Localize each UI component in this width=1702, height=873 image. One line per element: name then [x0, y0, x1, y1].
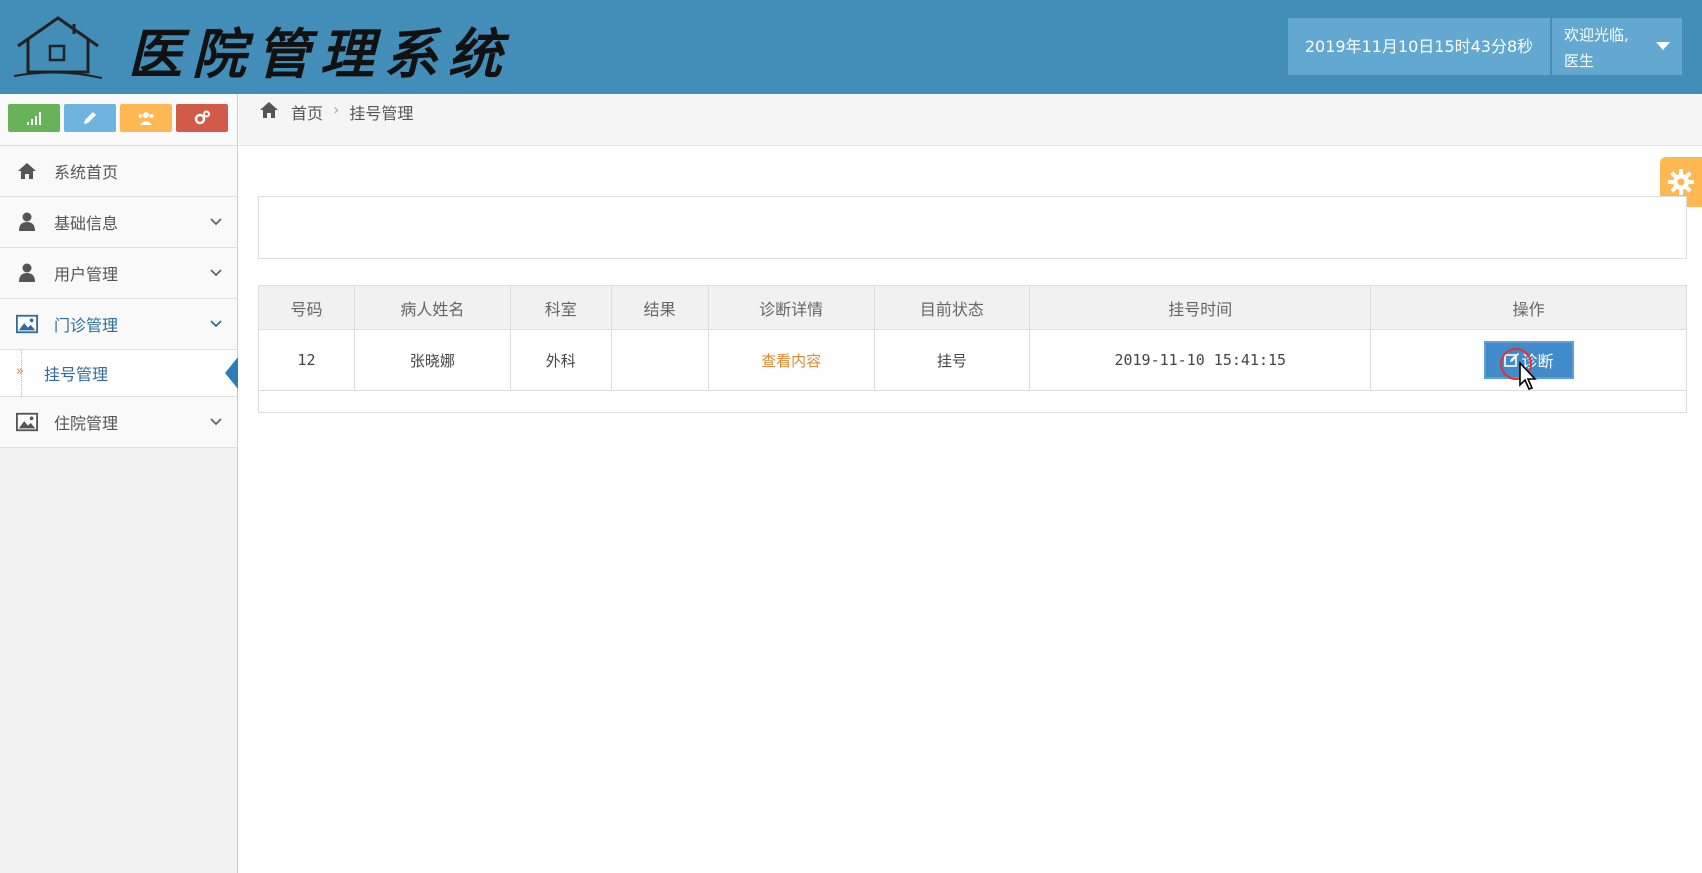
- home-icon: [16, 160, 38, 182]
- table-footer: [258, 391, 1687, 413]
- sidebar-item-label: 门诊管理: [54, 316, 119, 335]
- pencil-icon: [84, 112, 96, 124]
- sidebar-item-label: 用户管理: [54, 265, 119, 284]
- cell-result: [610, 329, 709, 391]
- user-menu[interactable]: 欢迎光临, 医生: [1552, 18, 1682, 75]
- view-content-link[interactable]: 查看内容: [707, 329, 875, 391]
- sidebar-item-user-management[interactable]: 用户管理: [0, 248, 237, 299]
- chevron-down-icon: [210, 418, 222, 426]
- column-header: 诊断详情: [707, 285, 875, 330]
- chevron-down-icon: [210, 320, 222, 328]
- registration-table: 号码 病人姓名 科室 结果 诊断详情 目前状态 挂号时间 操作 12 张晓娜 外…: [258, 285, 1687, 391]
- sidebar-item-label: 挂号管理: [44, 365, 109, 384]
- group-icon: [138, 112, 154, 125]
- sidebar-item-home[interactable]: 系统首页: [0, 146, 237, 197]
- caret-down-icon: [1656, 42, 1670, 50]
- top-navbar: 医院管理系统 2019年11月10日15时43分8秒 欢迎光临, 医生: [0, 0, 1702, 94]
- double-angle-right-icon: »: [16, 364, 24, 379]
- table-header-row: 号码 病人姓名 科室 结果 诊断详情 目前状态 挂号时间 操作: [258, 285, 1687, 330]
- house-logo-icon: [13, 16, 103, 79]
- column-header: 目前状态: [873, 285, 1031, 330]
- cell-patient-name: 张晓娜: [353, 329, 511, 391]
- breadcrumb-current: 挂号管理: [349, 104, 414, 123]
- users-shortcut-button[interactable]: [120, 104, 172, 132]
- settings-shortcut-button[interactable]: [176, 104, 228, 132]
- cell-status: 挂号: [873, 329, 1031, 391]
- column-header: 科室: [509, 285, 612, 330]
- picture-icon: [16, 411, 38, 433]
- signal-icon: [27, 112, 41, 125]
- app-title: 医院管理系统: [128, 22, 512, 86]
- gear-icon: [1668, 169, 1694, 195]
- column-header: 挂号时间: [1029, 285, 1372, 330]
- mouse-cursor-icon: [1519, 361, 1537, 390]
- stats-shortcut-button[interactable]: [8, 104, 60, 132]
- picture-icon: [16, 313, 38, 335]
- sidebar-shortcuts: [0, 94, 237, 146]
- column-header: 病人姓名: [353, 285, 511, 330]
- column-header: 号码: [258, 285, 355, 330]
- breadcrumb-separator: ›: [333, 100, 340, 119]
- current-datetime: 2019年11月10日15时43分8秒: [1288, 18, 1550, 75]
- column-header: 操作: [1370, 285, 1687, 330]
- sidebar: 系统首页 基础信息 用户管理 门诊管理 » 挂号管理 住院管理: [0, 94, 238, 873]
- sidebar-item-outpatient[interactable]: 门诊管理: [0, 299, 237, 350]
- sidebar-subitem-registration[interactable]: » 挂号管理: [0, 350, 238, 397]
- breadcrumb-home-link[interactable]: 首页: [291, 100, 323, 124]
- breadcrumb: 首页 › 挂号管理: [239, 94, 1702, 146]
- username: 医生: [1564, 52, 1595, 70]
- user-icon: [16, 262, 38, 284]
- chevron-down-icon: [210, 269, 222, 277]
- sidebar-item-label: 基础信息: [54, 214, 119, 233]
- table-row: 12 张晓娜 外科 查看内容 挂号 2019-11-10 15:41:15 诊断: [258, 329, 1687, 391]
- edit-shortcut-button[interactable]: [64, 104, 116, 132]
- chevron-down-icon: [210, 218, 222, 226]
- cell-registration-time: 2019-11-10 15:41:15: [1029, 329, 1372, 391]
- home-icon: [260, 102, 278, 118]
- filter-panel: [258, 196, 1687, 259]
- active-indicator: [225, 357, 238, 389]
- sidebar-item-inpatient[interactable]: 住院管理: [0, 397, 237, 448]
- sidebar-item-label: 系统首页: [54, 163, 119, 182]
- cell-number: 12: [258, 329, 355, 391]
- user-icon: [16, 211, 38, 233]
- sidebar-item-basic-info[interactable]: 基础信息: [0, 197, 237, 248]
- sidebar-item-label: 住院管理: [54, 414, 119, 433]
- column-header: 结果: [610, 285, 709, 330]
- cell-department: 外科: [509, 329, 612, 391]
- cogs-icon: [194, 110, 210, 125]
